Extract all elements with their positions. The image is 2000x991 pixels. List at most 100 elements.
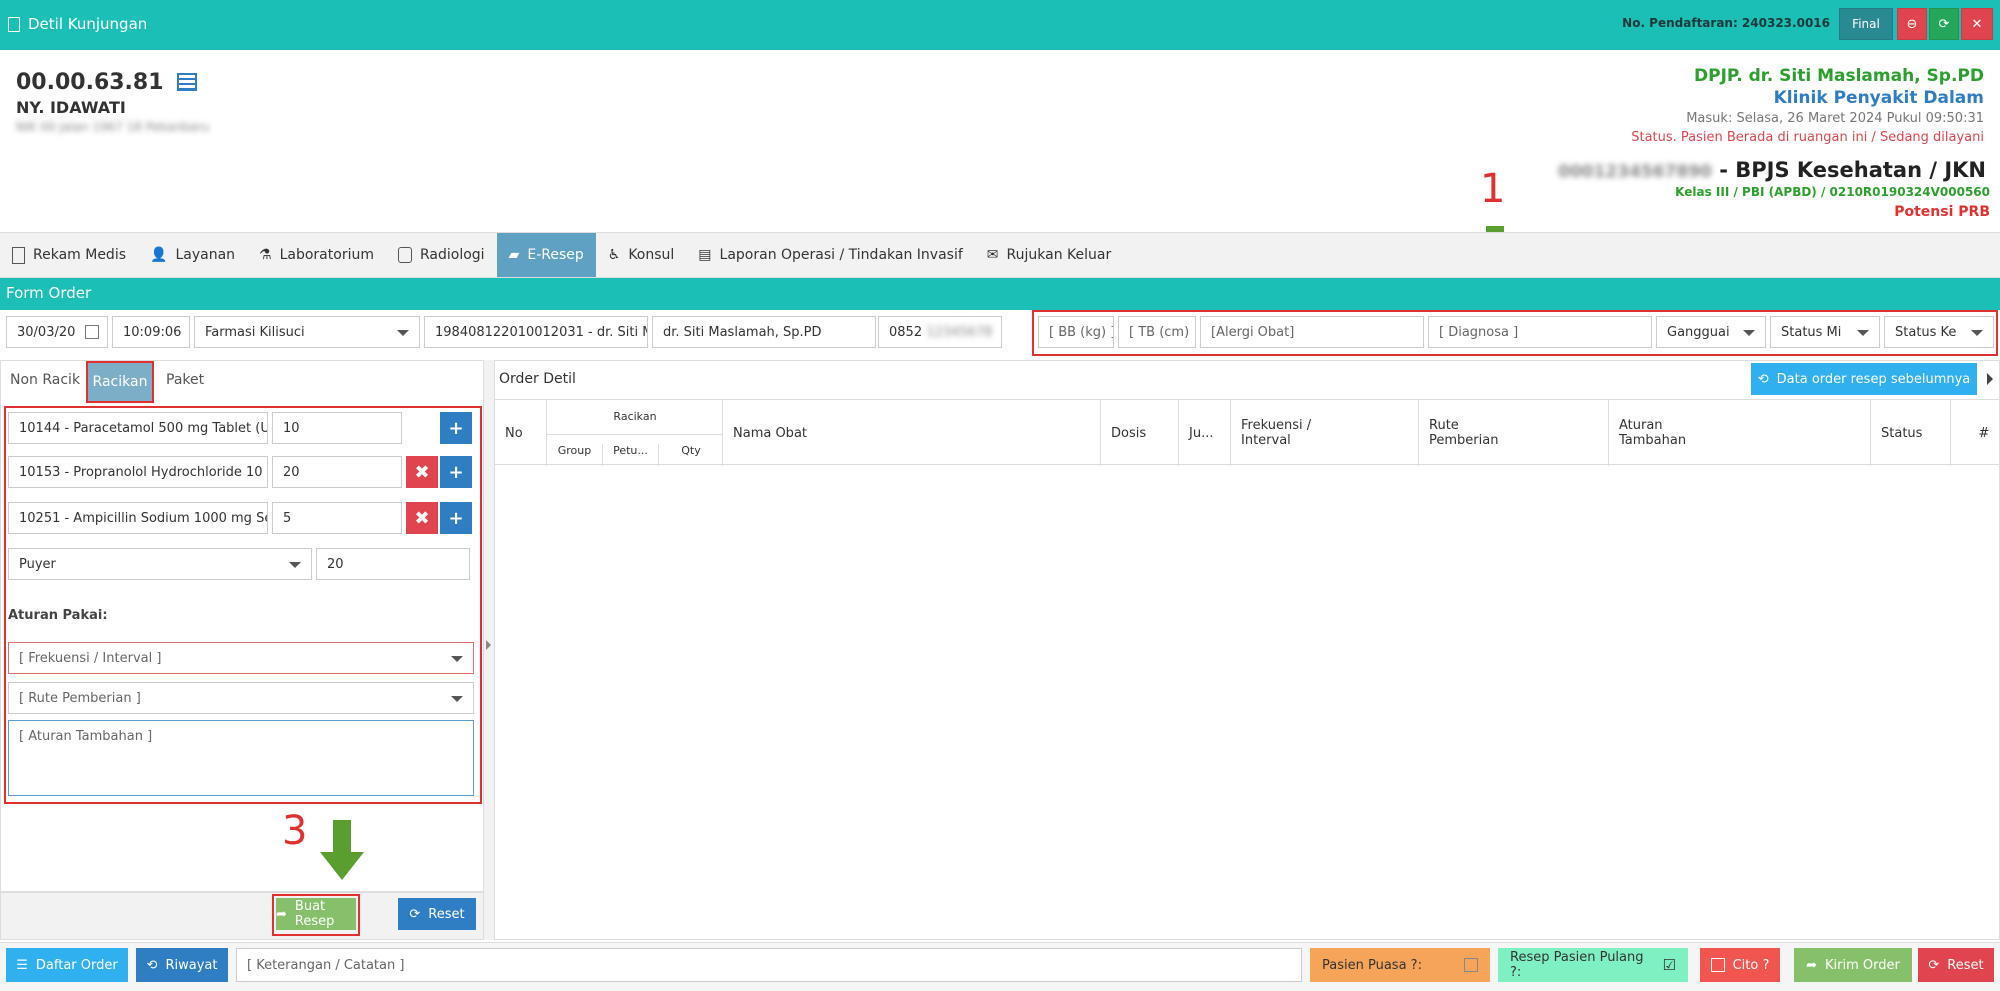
plus-icon: + xyxy=(448,461,464,483)
checked-checkbox-icon[interactable]: ☑ xyxy=(1663,956,1676,974)
status-m-select[interactable]: Status Mi xyxy=(1770,316,1880,348)
tab-non-racik[interactable]: Non Racik xyxy=(10,372,80,388)
close-icon: ✖ xyxy=(414,461,430,483)
bb-input[interactable]: [ BB (kg) ] xyxy=(1038,316,1114,348)
close-button[interactable]: ✕ xyxy=(1961,8,1993,40)
tab-radiologi[interactable]: Radiologi xyxy=(386,233,497,277)
tb-input[interactable]: [ TB (cm) xyxy=(1118,316,1196,348)
panel-splitter[interactable] xyxy=(484,360,494,940)
form-order-title: Form Order xyxy=(0,278,2000,310)
flask-icon: ⚗ xyxy=(259,247,272,263)
refresh-button[interactable]: ⟳ xyxy=(1929,8,1959,40)
xray-icon xyxy=(397,247,412,263)
order-detil-panel: Order Detil ⟲ Data order resep sebelumnya… xyxy=(494,360,2000,940)
drug-qty-input-1[interactable]: 10 xyxy=(272,412,402,444)
alergi-input[interactable]: [Alergi Obat] xyxy=(1200,316,1424,348)
tab-rujukan-keluar[interactable]: ✉ Rujukan Keluar xyxy=(975,233,1123,277)
riwayat-button[interactable]: ⟲ Riwayat xyxy=(136,948,228,982)
phone-input[interactable]: 0852 12345678 xyxy=(878,316,1002,348)
resep-pulang-toggle[interactable]: Resep Pasien Pulang ?: ☑ xyxy=(1498,948,1688,982)
daftar-order-button[interactable]: ☰ Daftar Order xyxy=(6,948,128,982)
tab-rekam-medis[interactable]: Rekam Medis xyxy=(0,233,138,277)
col-qty: Qty xyxy=(681,444,701,457)
tab-e-resep[interactable]: ▰ E-Resep xyxy=(496,233,596,277)
drug-name-input-3[interactable]: 10251 - Ampicillin Sodium 1000 mg Serb xyxy=(8,502,268,534)
status-k-select[interactable]: Status Ke xyxy=(1884,316,1994,348)
tab-racikan[interactable]: Racikan xyxy=(86,361,154,403)
drug-qty-input-3[interactable]: 5 xyxy=(272,502,402,534)
buat-resep-button[interactable]: ➦ Buat Resep xyxy=(276,898,356,930)
bentuk-select[interactable]: Puyer xyxy=(8,548,312,580)
tab-paket[interactable]: Paket xyxy=(166,372,204,388)
calendar-icon[interactable] xyxy=(85,325,99,339)
close-icon: ✕ xyxy=(1971,16,1983,32)
tab-laporan-operasi[interactable]: ▤ Laporan Operasi / Tindakan Invasif xyxy=(686,233,974,277)
reset-left-button[interactable]: ⟳ Reset xyxy=(398,898,476,930)
order-table-header: No Racikan Group Petu... Qty Nama Obat D… xyxy=(495,399,2000,466)
wheelchair-icon: ♿ xyxy=(607,247,621,263)
diagnosa-input[interactable]: [ Diagnosa ] xyxy=(1428,316,1652,348)
add-drug-button[interactable]: + xyxy=(440,412,472,444)
reset-bottom-button[interactable]: ⟳ Reset xyxy=(1918,948,1994,982)
arrow-down-head xyxy=(320,852,364,880)
plus-icon: + xyxy=(448,507,464,529)
caret-right-icon[interactable] xyxy=(1987,373,1993,385)
kirim-order-button[interactable]: ➦ Kirim Order xyxy=(1794,948,1912,982)
remove-drug-button[interactable]: ✖ xyxy=(406,502,438,534)
nip-input[interactable]: 198408122010012031 - dr. Siti Ma xyxy=(424,316,648,348)
checkbox-icon[interactable] xyxy=(1464,958,1478,972)
document-icon xyxy=(12,246,25,264)
order-date-input[interactable]: 30/03/20 xyxy=(6,316,108,348)
cito-toggle[interactable]: Cito ? xyxy=(1700,948,1780,982)
share-icon: ➦ xyxy=(1806,957,1818,973)
doctor-input[interactable]: dr. Siti Maslamah, Sp.PD xyxy=(652,316,876,348)
masuk-time: Masuk: Selasa, 26 Maret 2024 Pukul 09:50… xyxy=(1686,111,1984,126)
add-drug-button[interactable]: + xyxy=(440,456,472,488)
refresh-icon: ⟳ xyxy=(1928,957,1940,973)
col-nama-obat: Nama Obat xyxy=(723,400,1101,466)
final-button[interactable]: Final xyxy=(1839,8,1893,40)
tab-laboratorium[interactable]: ⚗ Laboratorium xyxy=(247,233,386,277)
col-group: Group xyxy=(547,444,603,466)
col-action: # xyxy=(1978,425,1990,441)
drug-name-input-2[interactable]: 10153 - Propranolol Hydrochloride 10 m xyxy=(8,456,268,488)
bentuk-qty-input[interactable]: 20 xyxy=(316,548,470,580)
order-detil-title: Order Detil xyxy=(499,371,576,387)
order-time-input[interactable]: 10:09:06 xyxy=(112,316,190,348)
tab-layanan[interactable]: 👤 Layanan xyxy=(138,233,247,277)
drug-name-input-1[interactable]: 10144 - Paracetamol 500 mg Tablet (Um xyxy=(8,412,268,444)
keterangan-input[interactable]: [ Keterangan / Catatan ] xyxy=(236,948,1302,982)
pasien-puasa-toggle[interactable]: Pasien Puasa ?: xyxy=(1310,948,1490,982)
plus-icon: + xyxy=(448,417,464,439)
rute-select[interactable]: [ Rute Pemberian ] xyxy=(8,682,474,714)
drug-qty-input-2[interactable]: 20 xyxy=(272,456,402,488)
checkbox-icon[interactable] xyxy=(1710,958,1725,972)
aturan-pakai-label: Aturan Pakai: xyxy=(8,608,108,623)
annotation-3: 3 xyxy=(282,808,308,854)
patient-name: NY. IDAWATI xyxy=(16,98,126,117)
frekuensi-select[interactable]: [ Frekuensi / Interval ] xyxy=(8,642,474,674)
tab-konsul[interactable]: ♿ Konsul xyxy=(596,233,687,277)
window-title: Detil Kunjungan xyxy=(8,15,147,33)
remove-drug-button[interactable]: ✖ xyxy=(406,456,438,488)
col-dosis: Dosis xyxy=(1101,400,1179,466)
history-icon: ⟲ xyxy=(146,957,158,973)
aturan-tambahan-textarea[interactable]: [ Aturan Tambahan ] xyxy=(8,720,474,796)
data-order-sebelumnya-button[interactable]: ⟲ Data order resep sebelumnya xyxy=(1751,363,1977,395)
list-icon: ☰ xyxy=(16,957,28,973)
document-icon xyxy=(8,16,20,32)
kelas-info: Kelas III / PBI (APBD) / 0210R0190324V00… xyxy=(1675,185,1990,199)
patient-address: NIK 00 Jalan 1967 18 Pekanbaru xyxy=(16,120,210,134)
add-drug-button[interactable]: + xyxy=(440,502,472,534)
clinic-name: Klinik Penyakit Dalam xyxy=(1773,88,1984,108)
refresh-icon: ⟳ xyxy=(409,906,421,922)
list-icon[interactable] xyxy=(177,73,198,91)
title-bar: Detil Kunjungan No. Pendaftaran: 240323.… xyxy=(0,0,2000,50)
col-rute: Rute Pemberian xyxy=(1419,400,1609,466)
minus-button[interactable]: ⊖ xyxy=(1897,8,1927,40)
gangguan-select[interactable]: Gangguai xyxy=(1656,316,1766,348)
farmasi-select[interactable]: Farmasi Kilisuci xyxy=(194,316,420,348)
close-icon: ✖ xyxy=(414,507,430,529)
history-icon: ⟲ xyxy=(1757,371,1769,387)
main-tabs: Rekam Medis 👤 Layanan ⚗ Laboratorium Radio… xyxy=(0,232,2000,278)
